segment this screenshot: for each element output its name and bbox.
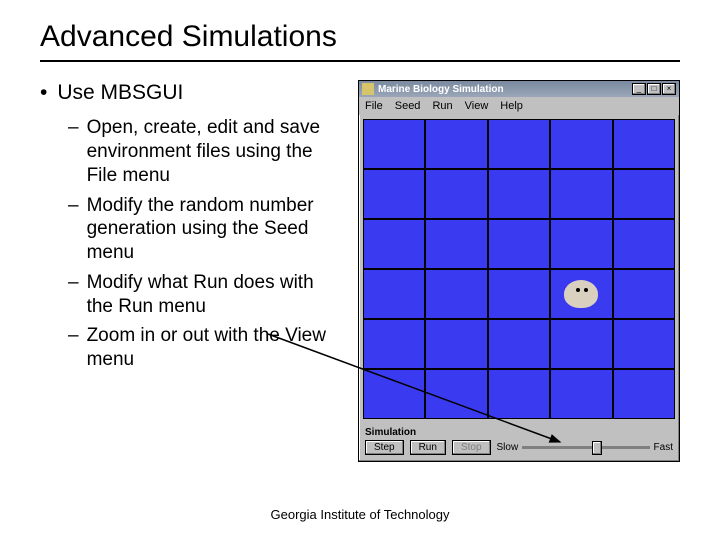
slider-track[interactable] xyxy=(522,446,649,449)
sub-bullet: – Modify the random number generation us… xyxy=(68,194,340,265)
sub-bullet-text: Zoom in or out with the View menu xyxy=(87,324,340,372)
grid-cell xyxy=(488,119,550,169)
simulation-panel: Simulation Step Run Stop Slow Fast xyxy=(359,423,679,461)
slider-slow-label: Slow xyxy=(497,442,519,453)
grid-cell xyxy=(550,369,612,419)
grid-cell xyxy=(613,119,675,169)
step-button[interactable]: Step xyxy=(365,440,404,455)
grid-cell xyxy=(550,169,612,219)
grid-cell xyxy=(550,119,612,169)
simulation-label: Simulation xyxy=(365,427,673,438)
menu-help[interactable]: Help xyxy=(500,100,523,112)
grid-cell xyxy=(488,319,550,369)
grid-cell xyxy=(550,219,612,269)
grid-cell xyxy=(488,269,550,319)
grid-cell xyxy=(613,369,675,419)
grid-cell xyxy=(363,319,425,369)
grid-cell xyxy=(425,269,487,319)
slider-fast-label: Fast xyxy=(654,442,673,453)
stop-button[interactable]: Stop xyxy=(452,440,491,455)
dash-icon: – xyxy=(68,271,79,319)
maximize-button[interactable]: □ xyxy=(647,83,661,95)
bullet-main: • Use MBSGUI xyxy=(40,80,340,106)
dash-icon: – xyxy=(68,324,79,372)
grid-cell xyxy=(425,219,487,269)
grid-cell xyxy=(363,369,425,419)
run-button[interactable]: Run xyxy=(410,440,446,455)
menu-seed[interactable]: Seed xyxy=(395,100,421,112)
grid-cell xyxy=(488,219,550,269)
menubar: File Seed Run View Help xyxy=(359,97,679,115)
dash-icon: – xyxy=(68,116,79,187)
titlebar: Marine Biology Simulation _ □ × xyxy=(359,81,679,97)
app-window: Marine Biology Simulation _ □ × File See… xyxy=(358,80,680,462)
grid-cell xyxy=(488,369,550,419)
slide-title: Advanced Simulations xyxy=(40,20,680,62)
grid-cell xyxy=(613,169,675,219)
grid-cell xyxy=(363,219,425,269)
sub-bullet: – Open, create, edit and save environmen… xyxy=(68,116,340,187)
sub-bullet: – Modify what Run does with the Run menu xyxy=(68,271,340,319)
minimize-button[interactable]: _ xyxy=(632,83,646,95)
sub-bullet-text: Modify the random number generation usin… xyxy=(87,194,340,265)
grid-cell xyxy=(425,169,487,219)
menu-file[interactable]: File xyxy=(365,100,383,112)
grid-cell xyxy=(425,319,487,369)
grid-cell xyxy=(613,269,675,319)
menu-run[interactable]: Run xyxy=(432,100,452,112)
app-icon xyxy=(362,83,374,95)
grid-cell xyxy=(550,319,612,369)
fish-icon xyxy=(564,280,598,308)
grid-cell xyxy=(613,219,675,269)
speed-slider[interactable]: Slow Fast xyxy=(497,442,673,453)
grid-cell xyxy=(363,119,425,169)
grid-cell-fish xyxy=(550,269,612,319)
sub-bullet: – Zoom in or out with the View menu xyxy=(68,324,340,372)
grid-cell xyxy=(425,119,487,169)
environment-grid[interactable] xyxy=(363,119,675,419)
menu-view[interactable]: View xyxy=(465,100,489,112)
slider-thumb[interactable] xyxy=(592,441,602,455)
grid-cell xyxy=(425,369,487,419)
dash-icon: – xyxy=(68,194,79,265)
text-column: • Use MBSGUI – Open, create, edit and sa… xyxy=(40,80,340,378)
close-button[interactable]: × xyxy=(662,83,676,95)
grid-cell xyxy=(363,269,425,319)
grid-cell xyxy=(363,169,425,219)
sub-bullet-text: Open, create, edit and save environment … xyxy=(87,116,340,187)
grid-cell xyxy=(613,319,675,369)
bullet-dot-icon: • xyxy=(40,80,47,106)
window-title: Marine Biology Simulation xyxy=(378,84,628,95)
footer-text: Georgia Institute of Technology xyxy=(0,507,720,522)
grid-cell xyxy=(488,169,550,219)
sub-bullet-text: Modify what Run does with the Run menu xyxy=(87,271,340,319)
bullet-main-text: Use MBSGUI xyxy=(57,80,183,106)
